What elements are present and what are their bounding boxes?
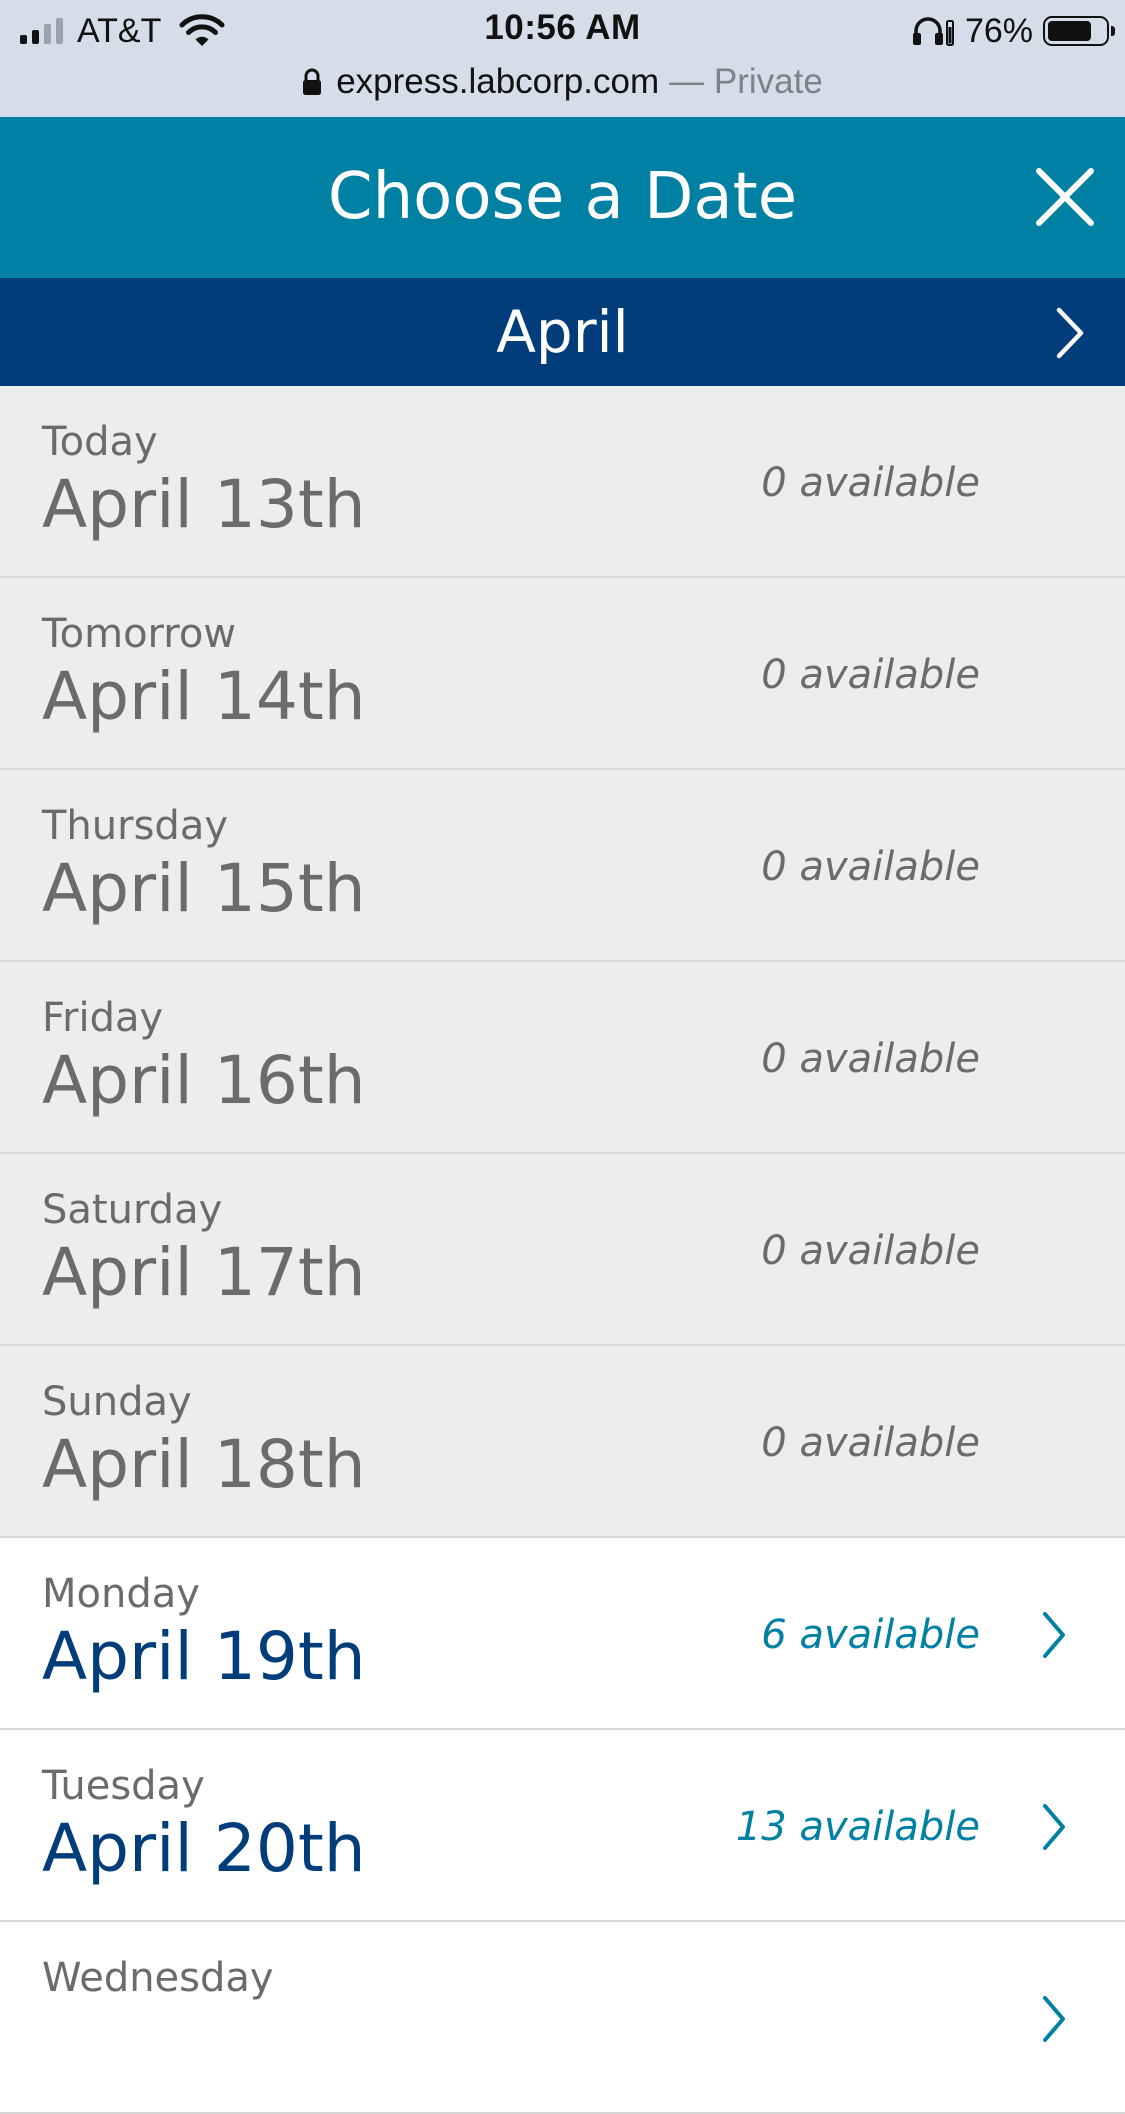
day-label: Friday bbox=[42, 995, 164, 1041]
day-label: Wednesday bbox=[42, 1955, 274, 2001]
battery-icon bbox=[1043, 16, 1115, 46]
status-right: 76% bbox=[911, 10, 1115, 52]
availability-label: 0 available bbox=[761, 1228, 980, 1274]
availability-label: 13 available bbox=[735, 1804, 980, 1850]
date-row: Friday April 16th 0 available bbox=[0, 962, 1125, 1154]
close-icon bbox=[1036, 168, 1094, 226]
day-label: Sunday bbox=[42, 1379, 192, 1425]
date-row: Thursday April 15th 0 available bbox=[0, 770, 1125, 962]
url-private-label: — Private bbox=[669, 62, 823, 101]
url-bar[interactable]: express.labcorp.com — Private bbox=[0, 60, 1125, 104]
day-label: Tomorrow bbox=[42, 611, 237, 657]
date-label: April 17th bbox=[42, 1234, 366, 1311]
next-month-button[interactable] bbox=[1049, 306, 1089, 360]
availability-label: 0 available bbox=[761, 844, 980, 890]
chevron-right-icon bbox=[1043, 1612, 1065, 1658]
app-header: Choose a Date bbox=[0, 117, 1125, 278]
url-domain: express.labcorp.com bbox=[336, 62, 660, 101]
day-label: Today bbox=[42, 419, 158, 465]
availability-label: 0 available bbox=[761, 1036, 980, 1082]
close-button[interactable] bbox=[1027, 159, 1103, 235]
page-title: Choose a Date bbox=[327, 160, 798, 234]
date-label: April 19th bbox=[42, 1618, 366, 1695]
availability-label: 0 available bbox=[761, 652, 980, 698]
chevron-right-icon bbox=[1043, 1804, 1065, 1850]
chevron-right-icon bbox=[1056, 307, 1084, 359]
month-label: April bbox=[496, 298, 629, 366]
date-label: April 20th bbox=[42, 1810, 366, 1887]
date-row: Tomorrow April 14th 0 available bbox=[0, 578, 1125, 770]
date-label: April 18th bbox=[42, 1426, 366, 1503]
date-row: Saturday April 17th 0 available bbox=[0, 1154, 1125, 1346]
day-label: Saturday bbox=[42, 1187, 223, 1233]
lock-icon bbox=[303, 68, 322, 95]
chevron-right-icon bbox=[1043, 1996, 1065, 2042]
date-label: April 13th bbox=[42, 466, 366, 543]
battery-percent: 76% bbox=[964, 11, 1033, 50]
status-bar: AT&T 10:56 AM 76% express.labcorp.com — … bbox=[0, 0, 1125, 117]
day-label: Thursday bbox=[42, 803, 228, 849]
date-row: Sunday April 18th 0 available bbox=[0, 1346, 1125, 1538]
battery-fill bbox=[1048, 21, 1091, 41]
date-row[interactable]: Tuesday April 20th 13 available bbox=[0, 1730, 1125, 1922]
headphones-icon bbox=[912, 17, 954, 46]
availability-label: 6 available bbox=[761, 1612, 980, 1658]
availability-label: 0 available bbox=[761, 1420, 980, 1466]
month-bar: April bbox=[0, 278, 1125, 386]
day-label: Monday bbox=[42, 1571, 200, 1617]
date-list: Today April 13th 0 available Tomorrow April … bbox=[0, 386, 1125, 2114]
date-row[interactable]: Monday April 19th 6 available bbox=[0, 1538, 1125, 1730]
day-label: Tuesday bbox=[42, 1763, 205, 1809]
date-row[interactable]: Wednesday bbox=[0, 1922, 1125, 2114]
availability-label: 0 available bbox=[761, 460, 980, 506]
date-label: April 15th bbox=[42, 850, 366, 927]
date-label: April 14th bbox=[42, 658, 366, 735]
date-row: Today April 13th 0 available bbox=[0, 386, 1125, 578]
date-label: April 16th bbox=[42, 1042, 366, 1119]
